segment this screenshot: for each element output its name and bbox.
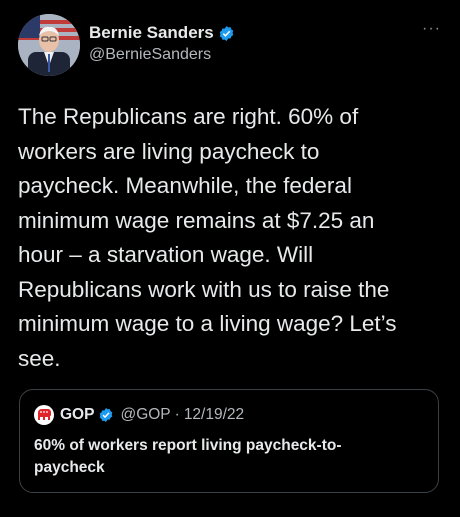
tweet-header: Bernie Sanders @BernieSanders ··· xyxy=(18,14,442,78)
portrait-avatar-icon xyxy=(18,14,80,76)
quoted-tweet[interactable]: GOP @GOP · 12/19/22 60% of workers repor… xyxy=(19,389,439,493)
elephant-logo-icon xyxy=(34,405,54,425)
author-handle[interactable]: @BernieSanders xyxy=(89,46,235,64)
quoted-tweet-header: GOP @GOP · 12/19/22 xyxy=(34,405,244,425)
author-name-row: Bernie Sanders xyxy=(89,22,235,44)
more-options-icon[interactable]: ··· xyxy=(422,21,442,37)
quoted-author-name[interactable]: GOP xyxy=(60,406,94,424)
quoted-tweet-text: 60% of workers report living paycheck-to… xyxy=(34,437,342,476)
quoted-author-handle[interactable]: @GOP xyxy=(120,406,170,424)
verified-badge-icon xyxy=(219,25,233,41)
separator-dot: · xyxy=(174,406,180,423)
tweet-text: The Republicans are right. 60% of worker… xyxy=(18,104,397,371)
avatar[interactable] xyxy=(18,14,80,76)
author-name[interactable]: Bernie Sanders xyxy=(89,23,214,43)
quoted-tweet-date[interactable]: 12/19/22 xyxy=(184,406,244,424)
verified-badge-icon xyxy=(100,408,113,422)
author-names: Bernie Sanders @BernieSanders xyxy=(89,22,235,64)
